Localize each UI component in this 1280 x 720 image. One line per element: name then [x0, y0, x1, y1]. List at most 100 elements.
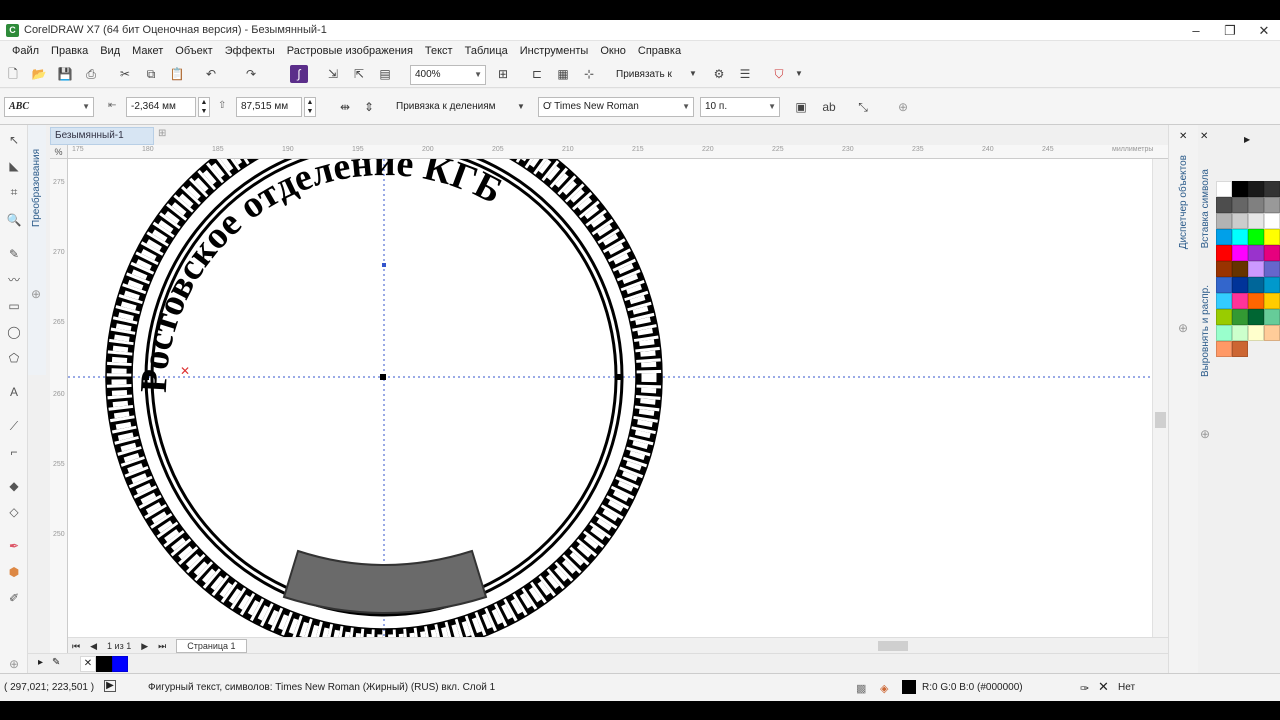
connector-tool-icon[interactable]: ⌐ — [5, 443, 23, 461]
palette-color-swatch[interactable] — [1232, 341, 1248, 357]
palette-color-swatch[interactable] — [1248, 213, 1264, 229]
palette-color-swatch[interactable] — [1232, 309, 1248, 325]
palette-color-swatch[interactable] — [1216, 197, 1232, 213]
application-launcher-icon[interactable]: ☰ — [736, 65, 754, 83]
palette-color-swatch[interactable] — [1232, 229, 1248, 245]
menu-file[interactable]: Файл — [6, 45, 45, 57]
import-icon[interactable]: ⇲ — [324, 65, 342, 83]
zoom-tool-icon[interactable]: 🔍 — [5, 211, 23, 229]
add-docker-icon[interactable]: ⊕ — [31, 287, 41, 301]
minimize-button[interactable]: – — [1188, 23, 1204, 38]
place-on-other-side-icon[interactable]: ⤡ — [854, 98, 872, 116]
palette-color-swatch[interactable] — [1232, 181, 1248, 197]
menu-edit[interactable]: Правка — [45, 45, 94, 57]
font-list-combo[interactable]: Ơ Times New Roman ▼ — [538, 97, 694, 117]
palette-color-swatch[interactable] — [1248, 181, 1264, 197]
chevron-down-icon[interactable]: ▼ — [790, 65, 808, 83]
menu-layout[interactable]: Макет — [126, 45, 169, 57]
palette-color-swatch[interactable] — [1248, 197, 1264, 213]
undo-icon[interactable]: ↶ — [202, 65, 220, 83]
smart-fill-icon[interactable]: ⬢ — [5, 563, 23, 581]
palette-color-swatch[interactable] — [1216, 325, 1232, 341]
search-content-icon[interactable]: ∫ — [290, 65, 308, 83]
horizontal-ruler[interactable]: 175 180 185 190 195 200 205 210 215 220 … — [68, 145, 1168, 159]
close-button[interactable]: ✕ — [1256, 23, 1272, 39]
publish-pdf-icon[interactable]: ▤ — [376, 65, 394, 83]
palette-color-swatch[interactable] — [1264, 229, 1280, 245]
eyedropper-tool-icon[interactable]: ✒ — [5, 537, 23, 555]
palette-color-swatch[interactable] — [1264, 309, 1280, 325]
freehand-tool-icon[interactable]: ✎ — [5, 245, 23, 263]
zoom-level-combo[interactable]: 400% ▼ — [410, 65, 486, 85]
vertical-scrollbar[interactable] — [1152, 159, 1168, 657]
text-preset-combo[interactable]: ABC ▼ — [4, 97, 94, 117]
chevron-down-icon[interactable]: ▼ — [512, 98, 530, 116]
palette-color-swatch[interactable] — [1248, 245, 1264, 261]
palette-color-swatch[interactable] — [1248, 325, 1264, 341]
new-document-icon[interactable]: 🗋 — [4, 65, 22, 83]
maximize-button[interactable]: ❐ — [1222, 23, 1238, 39]
palette-color-swatch[interactable] — [1264, 277, 1280, 293]
offset-y-stepper[interactable]: ▲ ▼ — [304, 97, 316, 117]
chevron-down-icon[interactable]: ▼ — [684, 65, 702, 83]
close-docker-icon[interactable]: ✕ — [1200, 131, 1208, 142]
menu-view[interactable]: Вид — [94, 45, 126, 57]
cut-icon[interactable]: ✂ — [116, 65, 134, 83]
outline-tool-icon[interactable]: ✐ — [5, 589, 23, 607]
page-tab[interactable]: Страница 1 — [176, 639, 247, 653]
blue-swatch[interactable] — [112, 656, 128, 672]
bottom-banner-shape[interactable] — [282, 549, 488, 614]
vertical-scroll-thumb[interactable] — [1155, 412, 1166, 428]
palette-color-swatch[interactable] — [1264, 293, 1280, 309]
align-distribute-tab[interactable]: Выровнять и распр. — [1200, 285, 1211, 377]
palette-color-swatch[interactable] — [1232, 245, 1248, 261]
fill-color-swatch[interactable] — [902, 680, 916, 694]
dimension-tool-icon[interactable]: ⟋ — [5, 417, 23, 435]
palette-color-swatch[interactable] — [1216, 245, 1232, 261]
show-guidelines-icon[interactable]: ⊹ — [580, 65, 598, 83]
menu-window[interactable]: Окно — [594, 45, 632, 57]
redo-icon[interactable]: ↷ — [242, 65, 260, 83]
selection-handles[interactable]: ✕ — [143, 263, 622, 380]
font-size-combo[interactable]: 10 п. ▼ — [700, 97, 780, 117]
close-docker-icon[interactable]: ✕ — [1179, 131, 1187, 142]
palette-scroll-up-icon[interactable]: ▶ — [1244, 135, 1250, 144]
polygon-tool-icon[interactable]: ⬠ — [5, 349, 23, 367]
horizontal-scroll-thumb[interactable] — [878, 641, 908, 651]
transformations-docker-tab[interactable]: Преобразования ⊕ — [28, 125, 46, 375]
palette-color-swatch[interactable] — [1264, 181, 1280, 197]
corel-connect-icon[interactable]: ⛉ — [770, 65, 788, 83]
object-manager-tab[interactable]: Диспетчер объектов — [1178, 155, 1189, 249]
palette-color-swatch[interactable] — [1248, 261, 1264, 277]
menu-help[interactable]: Справка — [632, 45, 687, 57]
save-icon[interactable]: 💾 — [56, 65, 74, 83]
palette-color-swatch[interactable] — [1216, 229, 1232, 245]
offset-x-stepper[interactable]: ▲ ▼ — [198, 97, 210, 117]
play-icon[interactable]: ▶ — [104, 680, 116, 692]
show-grid-icon[interactable]: ▦ — [554, 65, 572, 83]
offset-x-field[interactable]: -2,364 мм — [126, 97, 196, 117]
show-rulers-icon[interactable]: ⊏ — [528, 65, 546, 83]
add-docker-icon[interactable]: ⊕ — [1178, 321, 1188, 335]
rectangle-tool-icon[interactable]: ▭ — [5, 297, 23, 315]
full-screen-icon[interactable]: ⊞ — [494, 65, 512, 83]
palette-color-swatch[interactable] — [1232, 277, 1248, 293]
palette-color-swatch[interactable] — [1216, 181, 1232, 197]
add-icon[interactable]: ⊕ — [894, 98, 912, 116]
print-icon[interactable]: ⎙ — [82, 65, 100, 83]
ellipse-tool-icon[interactable]: ◯ — [5, 323, 23, 341]
palette-color-swatch[interactable] — [1264, 261, 1280, 277]
drawing-canvas[interactable]: Ростовское отделение КГБ ✕ — [68, 159, 1152, 657]
ruler-origin[interactable]: % — [50, 145, 68, 159]
prev-page-icon[interactable]: ◀ — [90, 641, 97, 652]
color-proofing-icon[interactable]: ▩ — [856, 682, 866, 695]
paste-icon[interactable]: 📋 — [168, 65, 186, 83]
new-tab-icon[interactable]: ⊞ — [158, 128, 166, 139]
palette-color-swatch[interactable] — [1248, 293, 1264, 309]
artistic-media-icon[interactable]: 〰 — [5, 271, 23, 289]
document-tab[interactable]: Безымянный-1 — [50, 127, 154, 145]
offset-y-field[interactable]: 87,515 мм — [236, 97, 302, 117]
add-docker-icon[interactable]: ⊕ — [1200, 427, 1210, 441]
palette-color-swatch[interactable] — [1216, 277, 1232, 293]
menu-effects[interactable]: Эффекты — [219, 45, 281, 57]
